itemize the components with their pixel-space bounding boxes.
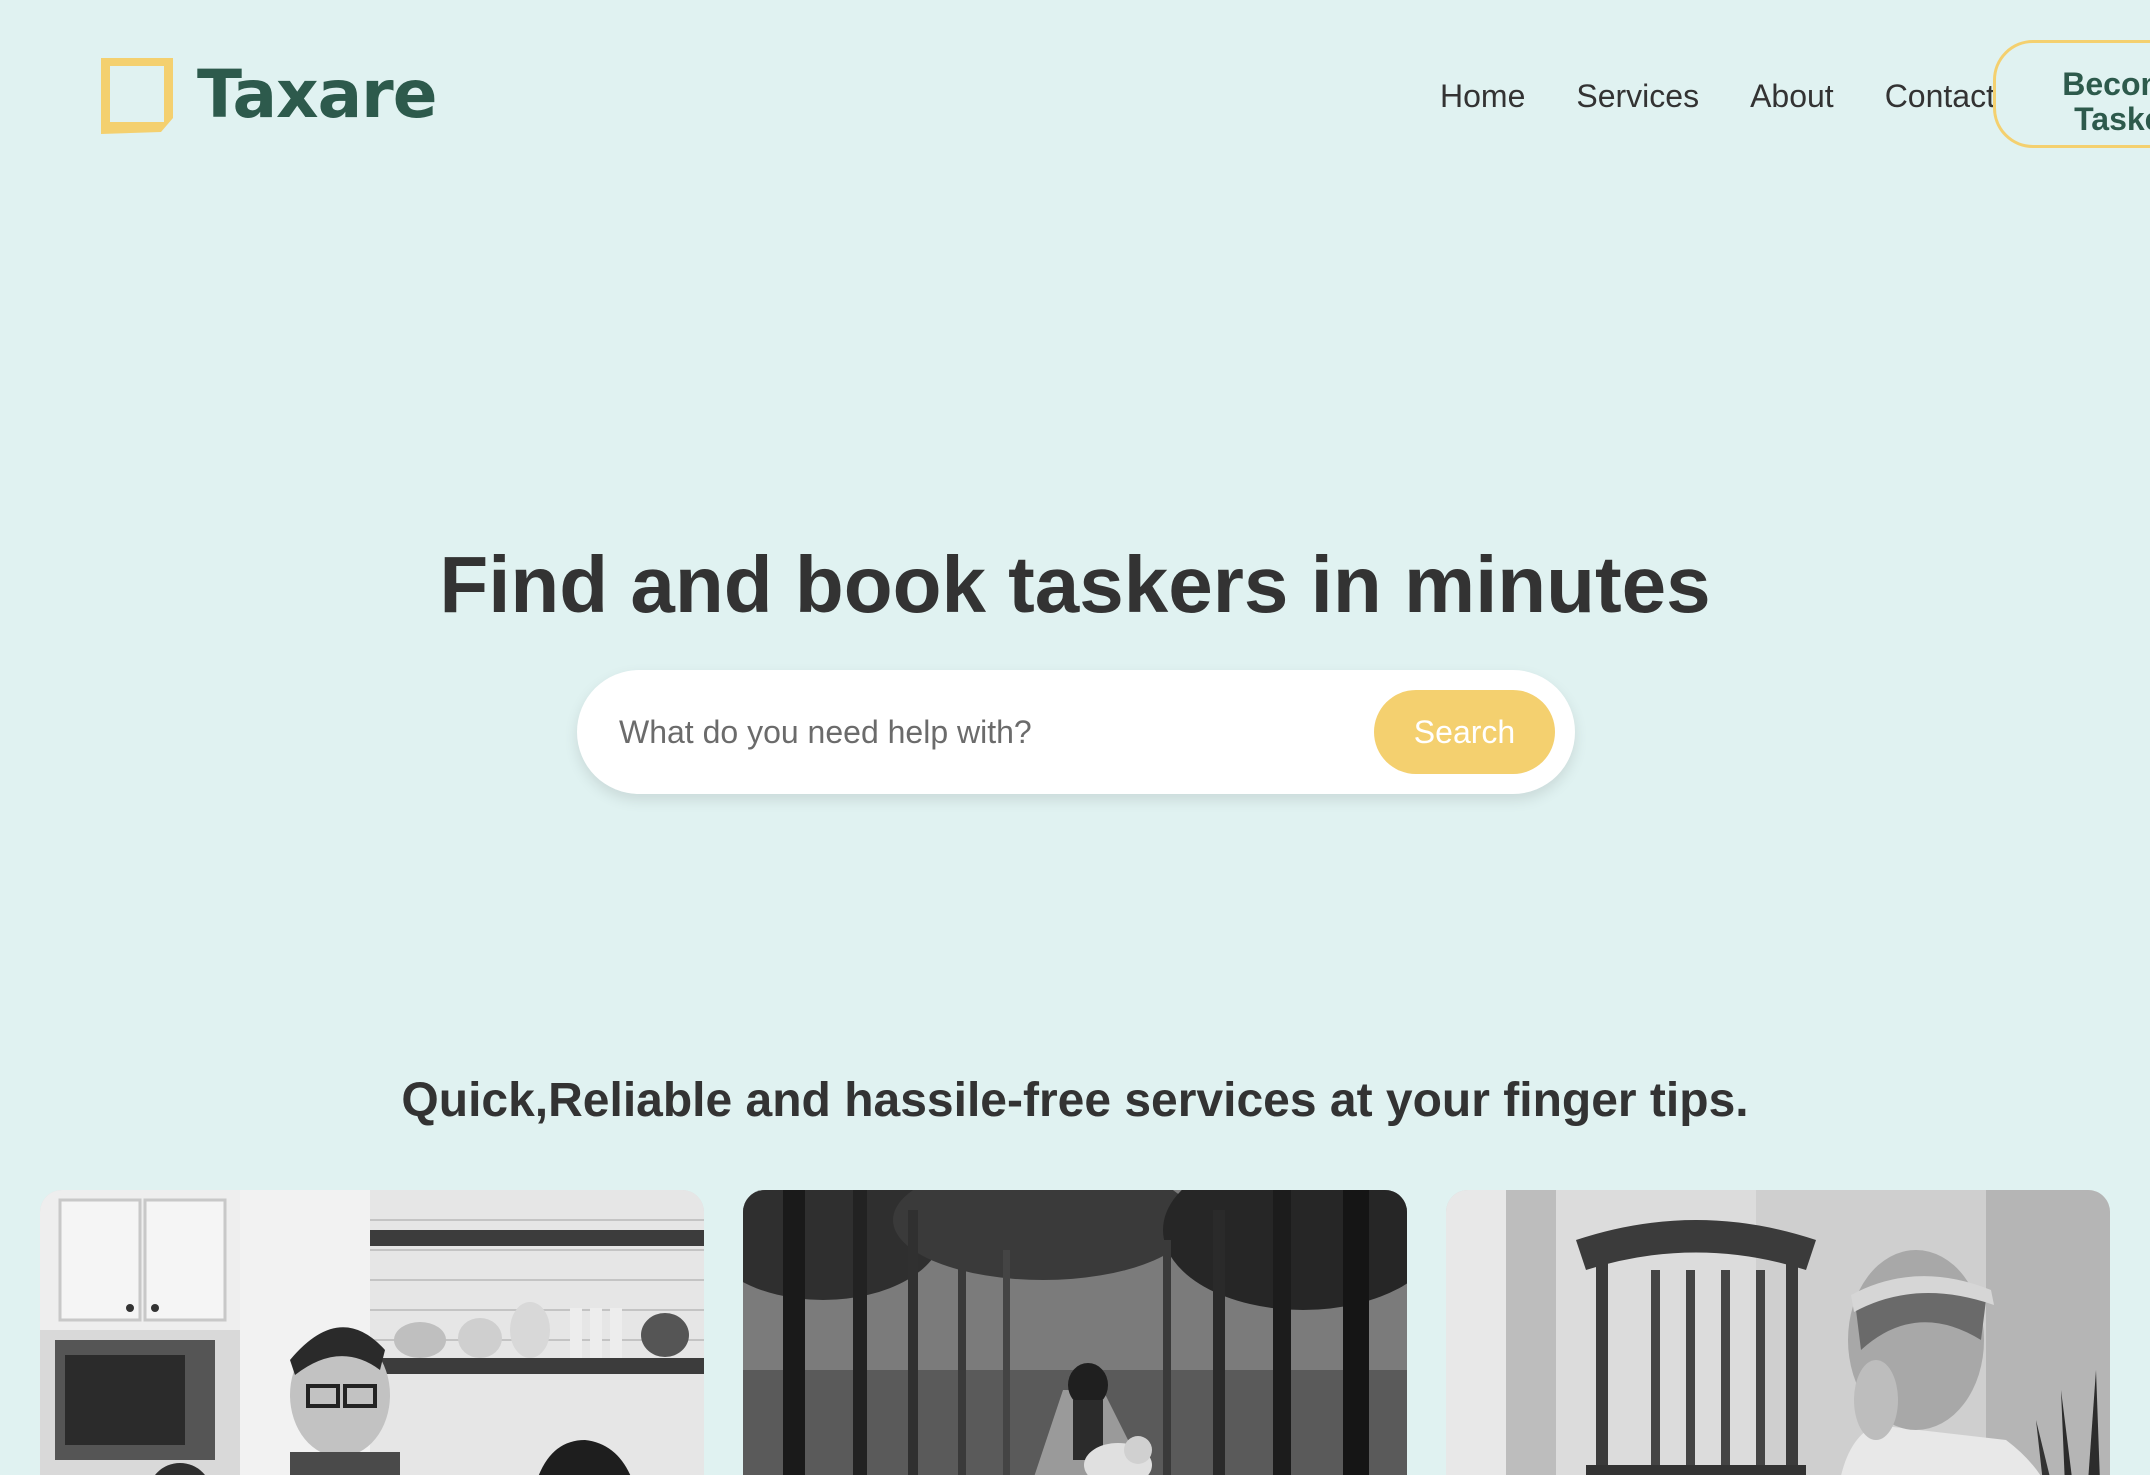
become-tasker-button[interactable]: Become Tasker [1993, 40, 2150, 148]
search-button[interactable]: Search [1374, 690, 1555, 774]
search-input[interactable] [619, 702, 1199, 762]
services-tagline: Quick,Reliable and hassile-free services… [401, 1074, 1749, 1127]
page: Taxare Home Services About Contact Becom… [0, 0, 2150, 1475]
service-card-kitchen[interactable] [40, 1190, 704, 1475]
kitchen-photo [40, 1190, 704, 1475]
logo[interactable]: Taxare [95, 52, 437, 138]
service-card-assembly[interactable] [1446, 1190, 2110, 1475]
woman-chair-photo [1446, 1190, 2110, 1475]
become-tasker-line2: Tasker [2074, 101, 2150, 137]
nav-services-link[interactable]: Services [1576, 74, 1699, 118]
become-tasker-line1: Become [2062, 66, 2150, 102]
brand-name: Taxare [197, 56, 437, 133]
nav-about-link[interactable]: About [1750, 74, 1834, 118]
nav-contact-link[interactable]: Contact [1885, 74, 1995, 118]
main-nav: Home Services About Contact [1440, 74, 1995, 118]
square-frame-icon [95, 54, 177, 136]
park-trees-photo [743, 1190, 1407, 1475]
nav-home-link[interactable]: Home [1440, 74, 1525, 118]
service-card-park[interactable] [743, 1190, 1407, 1475]
search-bar: Search [577, 670, 1575, 794]
site-header: Taxare Home Services About Contact Becom… [0, 0, 2150, 190]
hero-title: Find and book taskers in minutes [439, 540, 1711, 629]
